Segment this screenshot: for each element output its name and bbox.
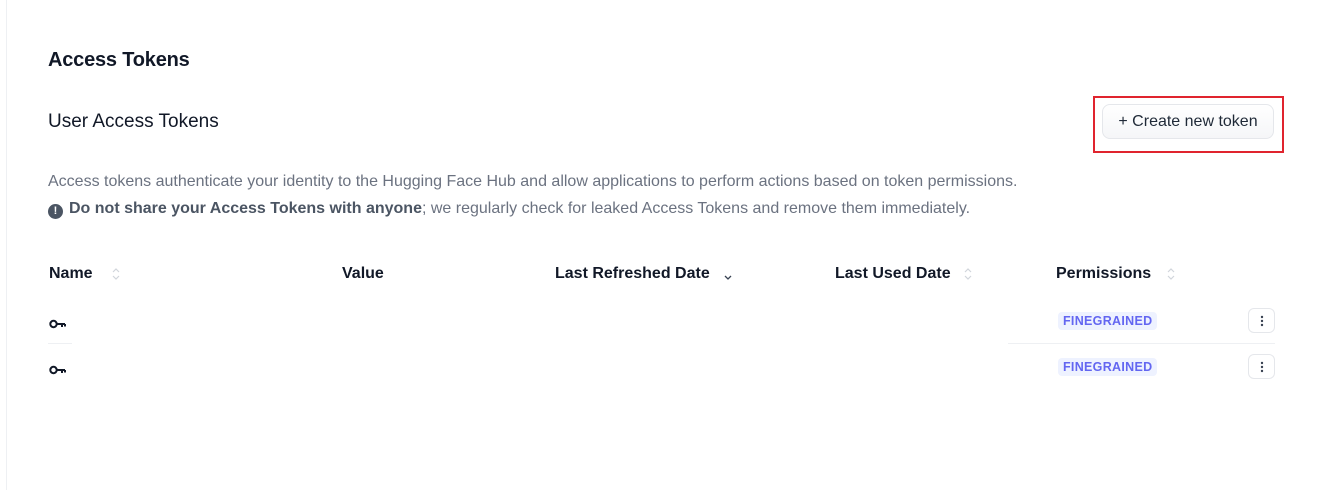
section-title: User Access Tokens (48, 111, 219, 132)
page-title: Access Tokens (48, 49, 190, 71)
key-icon (49, 362, 67, 375)
create-new-token-button[interactable]: + Create new token (1102, 104, 1274, 139)
row-menu-button[interactable] (1248, 354, 1275, 379)
sort-icon-permissions[interactable] (1166, 266, 1176, 282)
row-divider (1008, 343, 1275, 344)
description-text: Access tokens authenticate your identity… (48, 173, 1018, 190)
warning-icon: ! (48, 204, 63, 219)
row-menu-button[interactable] (1248, 308, 1275, 333)
sidebar-edge (0, 0, 7, 490)
permission-badge: FINEGRAINED (1058, 312, 1158, 330)
permission-badge: FINEGRAINED (1058, 358, 1158, 376)
warning-bold-text: Do not share your Access Tokens with any… (69, 200, 422, 217)
column-header-name[interactable]: Name (49, 264, 93, 284)
column-header-permissions[interactable]: Permissions (1056, 264, 1151, 284)
column-header-value: Value (342, 265, 384, 282)
warning-text: ! Do not share your Access Tokens with an… (48, 199, 970, 219)
warning-rest-text: ; we regularly check for leaked Access T… (421, 200, 971, 217)
key-icon (49, 316, 67, 329)
column-header-last-used[interactable]: Last Used Date (835, 264, 951, 284)
column-header-last-refreshed[interactable]: Last Refreshed Date (555, 264, 710, 284)
sort-desc-icon[interactable] (723, 266, 733, 282)
sort-icon-name[interactable] (111, 266, 121, 282)
sort-icon-last-used[interactable] (963, 266, 973, 282)
row-divider (48, 343, 72, 344)
